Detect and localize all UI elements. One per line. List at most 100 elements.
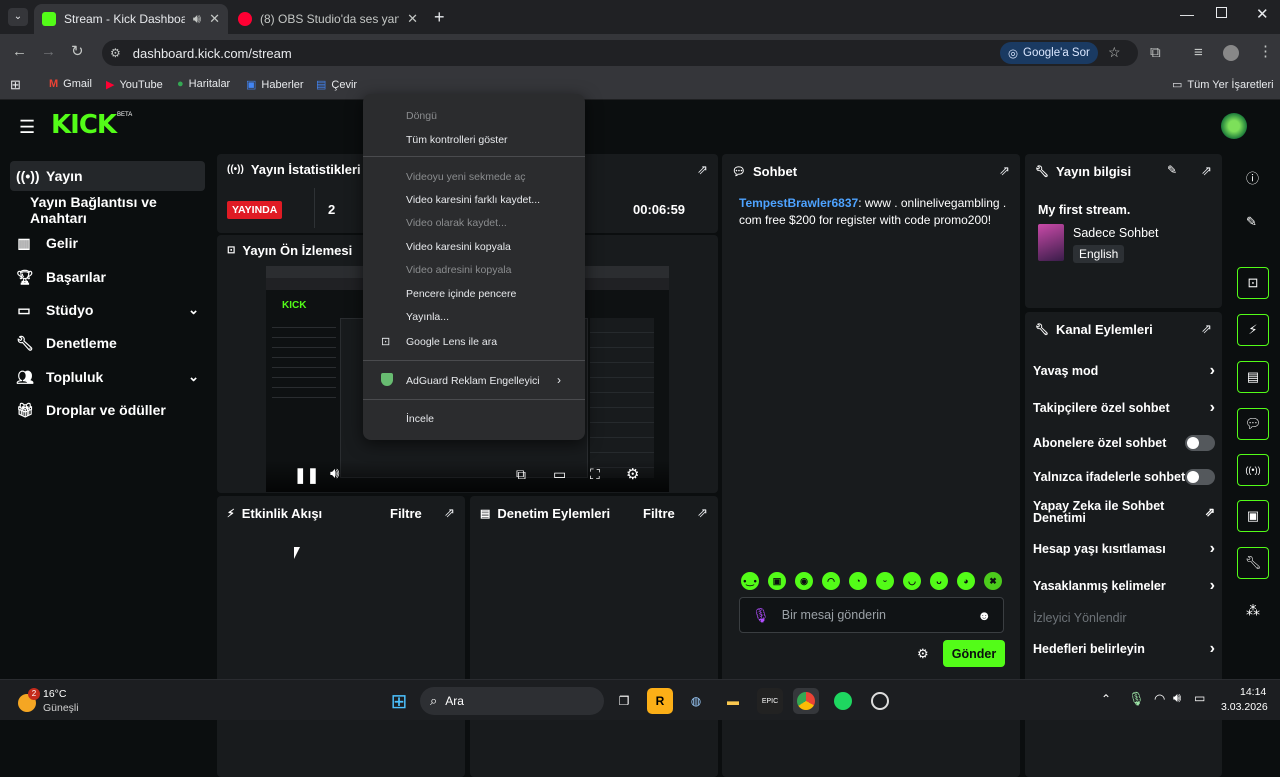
wifi-icon[interactable]: ◠: [1154, 691, 1165, 707]
sidebar-item-studyo[interactable]: ▭ Stüdyo ⌄: [10, 295, 205, 325]
popout-icon[interactable]: ⇗: [697, 505, 708, 521]
bookmark-youtube[interactable]: ▶ YouTube: [106, 78, 163, 92]
chevron-up-icon[interactable]: ⌃: [1101, 692, 1111, 706]
battery-icon[interactable]: ▭: [1194, 691, 1205, 705]
menu-item-copy-address[interactable]: Video adresini kopyala: [406, 264, 511, 276]
menu-item-show-controls[interactable]: Tüm kontrolleri göster: [406, 134, 508, 146]
new-tab-button[interactable]: +: [434, 7, 445, 28]
bookmark-star-icon[interactable]: ☆: [1108, 44, 1121, 61]
obs-icon[interactable]: [867, 688, 893, 714]
edit-icon[interactable]: ✎: [1246, 214, 1257, 230]
menu-item-open-new-tab[interactable]: Videoyu yeni sekmede aç: [406, 171, 525, 183]
spotify-icon[interactable]: [830, 688, 856, 714]
steam-icon[interactable]: ◍: [683, 688, 709, 714]
pip-icon[interactable]: ⧉: [516, 466, 526, 483]
sidebar-item-basarilar[interactable]: 🏆︎ Başarılar: [10, 262, 205, 292]
action-banned-words[interactable]: Yasaklanmış kelimeler ›: [1033, 577, 1215, 594]
back-icon[interactable]: ←: [12, 44, 27, 59]
tab-kick-dashboard[interactable]: Stream - Kick Dashboard 🔊︎ ✕: [34, 4, 228, 34]
rail-stats-button[interactable]: ((•)): [1237, 454, 1269, 486]
menu-item-cast[interactable]: Yayınla...: [406, 311, 449, 323]
category-name[interactable]: Sadece Sohbet: [1073, 226, 1159, 240]
emoji-icon[interactable]: ☻: [977, 608, 991, 623]
microphone-icon[interactable]: 🎙︎: [752, 607, 770, 624]
rail-actions-button[interactable]: 🔧︎: [1237, 547, 1269, 579]
popout-icon[interactable]: ⇗: [1201, 163, 1212, 179]
layout-icon[interactable]: ⁂: [1246, 602, 1260, 619]
kick-logo[interactable]: KICK: [51, 110, 117, 140]
popout-icon[interactable]: ⇗: [999, 163, 1010, 179]
close-icon[interactable]: ✕: [407, 11, 418, 27]
task-view-icon[interactable]: ❐: [611, 688, 637, 714]
site-info-icon[interactable]: ⚙: [110, 46, 121, 60]
google-ask-button[interactable]: ◎ Google'a Sor: [1000, 42, 1098, 64]
address-bar[interactable]: ⚙ dashboard.kick.com/stream ◎ Google'a So…: [102, 40, 1138, 66]
emotes-only-toggle[interactable]: [1185, 469, 1215, 485]
chrome-icon[interactable]: [793, 688, 819, 714]
clock-date[interactable]: 3.03.2026: [1221, 701, 1268, 713]
fullscreen-icon[interactable]: ⛶: [590, 466, 600, 483]
chat-username[interactable]: TempestBrawler6837: [739, 196, 858, 210]
emote-4-icon[interactable]: ◠: [822, 572, 840, 590]
bookmark-news[interactable]: ▣ Haberler: [246, 78, 304, 92]
minimize-button[interactable]: —: [1180, 6, 1194, 22]
pause-icon[interactable]: ❚❚: [294, 466, 319, 484]
rail-moderation-button[interactable]: ▤: [1237, 361, 1269, 393]
taskbar-search[interactable]: ⌕ Ara: [420, 687, 604, 715]
settings-icon[interactable]: ⚙: [626, 465, 639, 483]
edit-pencil-icon[interactable]: ✎: [1167, 163, 1177, 177]
rail-info-button[interactable]: ▣: [1237, 500, 1269, 532]
volume-icon[interactable]: 🔊︎: [1173, 690, 1181, 706]
emote-9-icon[interactable]: ◕: [957, 572, 975, 590]
menu-item-inspect[interactable]: İncele: [406, 413, 434, 425]
menu-item-copy-frame[interactable]: Video karesini kopyala: [406, 241, 511, 253]
chat-settings-icon[interactable]: ⚙: [917, 646, 929, 662]
rail-activity-button[interactable]: ⚡︎: [1237, 314, 1269, 346]
forward-icon[interactable]: →: [41, 44, 56, 59]
clock-time[interactable]: 14:14: [1240, 686, 1266, 698]
user-avatar[interactable]: [1221, 113, 1247, 139]
action-account-age[interactable]: Hesap yaşı kısıtlaması ›: [1033, 540, 1215, 557]
bookmark-translate[interactable]: ▤ Çevir: [316, 78, 357, 92]
apps-grid-icon[interactable]: ⊞: [10, 77, 21, 93]
menu-item-adguard[interactable]: AdGuard Reklam Engelleyici: [406, 375, 540, 387]
reading-list-icon[interactable]: ≡: [1194, 45, 1203, 60]
start-button[interactable]: ⊞: [386, 688, 412, 714]
action-emotes-only[interactable]: Yalnızca ifadelerle sohbet: [1033, 469, 1215, 485]
emote-7-icon[interactable]: ◡: [903, 572, 921, 590]
close-window-button[interactable]: ✕: [1256, 5, 1269, 23]
close-icon[interactable]: ✕: [209, 11, 220, 27]
emote-10-icon[interactable]: ✖: [984, 572, 1002, 590]
rail-chat-button[interactable]: 💬︎: [1237, 408, 1269, 440]
menu-item-pip[interactable]: Pencere içinde pencere: [406, 288, 516, 300]
filter-button[interactable]: Filtre: [643, 506, 675, 521]
sidebar-item-gelir[interactable]: ▥ Gelir: [10, 228, 205, 258]
weather-widget[interactable]: 2 16°C Güneşli: [18, 686, 98, 716]
bookmark-gmail[interactable]: M Gmail: [49, 78, 92, 90]
action-slow-mode[interactable]: Yavaş mod ›: [1033, 362, 1215, 379]
action-goals[interactable]: Hedefleri belirleyin ›: [1033, 640, 1215, 657]
bookmark-maps[interactable]: ● Haritalar: [177, 78, 230, 90]
theater-icon[interactable]: ▭: [553, 466, 566, 483]
tab-search-button[interactable]: ⌄: [8, 8, 28, 26]
subscribers-only-toggle[interactable]: [1185, 435, 1215, 451]
file-explorer-icon[interactable]: ▬: [720, 688, 746, 714]
sidebar-item-yayin[interactable]: ((•)) Yayın: [10, 161, 205, 191]
popout-icon[interactable]: ⇗: [697, 162, 708, 178]
hamburger-icon[interactable]: ☰: [19, 117, 35, 138]
sidebar-item-stream-key[interactable]: Yayın Bağlantısı ve Anahtarı: [10, 194, 205, 226]
sidebar-item-denetleme[interactable]: 🔧︎ Denetleme: [10, 328, 205, 358]
emote-1-icon[interactable]: •‿•: [741, 572, 759, 590]
rockstar-icon[interactable]: R: [647, 688, 673, 714]
info-icon[interactable]: ⓘ: [1246, 168, 1259, 187]
rail-preview-button[interactable]: ⊡: [1237, 267, 1269, 299]
menu-item-google-lens[interactable]: Google Lens ile ara: [406, 336, 497, 348]
popout-icon[interactable]: ⇗: [1201, 321, 1212, 337]
emote-3-icon[interactable]: ◉: [795, 572, 813, 590]
filter-button[interactable]: Filtre: [390, 506, 422, 521]
popout-icon[interactable]: ⇗: [444, 505, 455, 521]
volume-icon[interactable]: 🔊︎: [330, 465, 339, 482]
tab-obs-video[interactable]: (8) OBS Studio'da ses yankısını ✕: [230, 4, 426, 34]
emote-8-icon[interactable]: ᴗ: [930, 572, 948, 590]
menu-item-loop[interactable]: Döngü: [406, 110, 437, 122]
